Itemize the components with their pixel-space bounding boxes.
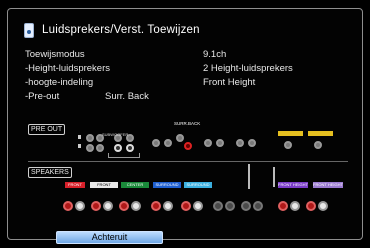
preout-jack xyxy=(284,141,292,149)
channel-marker xyxy=(78,135,81,139)
surr-back-label: SURR.BACK xyxy=(174,121,201,126)
terminal xyxy=(91,201,101,211)
terminal xyxy=(103,201,113,211)
channel-marker xyxy=(78,144,81,148)
group-label-height-l: FRONT HEIGHT xyxy=(278,182,308,188)
preout-jack xyxy=(216,139,224,147)
page-title: Luidsprekers/Verst. Toewijzen xyxy=(42,24,200,36)
terminal xyxy=(253,201,263,211)
setting-value: Front Height xyxy=(203,77,256,88)
preout-jack xyxy=(126,144,134,152)
terminal xyxy=(278,201,288,211)
preout-jack xyxy=(152,139,160,147)
preout-jack xyxy=(204,139,212,147)
setting-value: 2 Height-luidsprekers xyxy=(203,63,293,74)
preout-jack xyxy=(86,144,94,152)
speaker-icon xyxy=(24,23,34,38)
terminal xyxy=(119,201,129,211)
back-button[interactable]: Achteruit xyxy=(56,231,163,244)
separator xyxy=(248,164,250,189)
preout-jack xyxy=(86,134,94,142)
height-r-color-bar xyxy=(308,131,333,136)
separator xyxy=(273,167,275,187)
group-label-height-r: FRONT HEIGHT xyxy=(313,182,343,188)
terminal xyxy=(318,201,328,211)
terminal xyxy=(225,201,235,211)
terminal xyxy=(131,201,141,211)
terminal xyxy=(241,201,251,211)
terminal xyxy=(75,201,85,211)
terminal xyxy=(163,201,173,211)
pre-out-panel: SUBWOOFER SURR.BACK xyxy=(68,121,348,161)
subwoofer-label: SUBWOOFER xyxy=(102,132,129,137)
subwoofer-bracket xyxy=(108,153,140,158)
terminal xyxy=(306,201,316,211)
group-label-front-r: FRONT xyxy=(90,182,118,188)
preout-jack xyxy=(314,141,322,149)
group-label-front-l: FRONT xyxy=(65,182,85,188)
terminal xyxy=(213,201,223,211)
divider xyxy=(28,161,348,162)
setting-value: 9.1ch xyxy=(203,49,227,60)
setting-value: Surr. Back xyxy=(105,91,149,102)
group-label-surround-l: SURROUND xyxy=(153,182,181,188)
height-l-color-bar xyxy=(278,131,303,136)
setting-label: -Height-luidsprekers xyxy=(25,63,111,74)
preout-jack xyxy=(236,139,244,147)
pre-out-label: PRE OUT xyxy=(28,124,66,135)
terminal xyxy=(181,201,191,211)
preout-jack xyxy=(248,139,256,147)
terminal xyxy=(290,201,300,211)
preout-jack xyxy=(114,144,122,152)
preout-jack-surr-back-l xyxy=(176,134,184,142)
speaker-terminals xyxy=(63,201,353,215)
preout-jack xyxy=(96,144,104,152)
terminal xyxy=(151,201,161,211)
group-label-center: CENTER xyxy=(121,182,149,188)
speaker-assign-screen: Luidsprekers/Verst. Toewijzen Toewijsmod… xyxy=(7,8,363,244)
speakers-label: SPEAKERS xyxy=(28,167,72,178)
setting-label: Toewijsmodus xyxy=(25,49,85,60)
preout-jack-surr-back-r xyxy=(184,142,192,150)
terminal xyxy=(63,201,73,211)
preout-jack xyxy=(164,139,172,147)
group-label-surround-r: SURROUND xyxy=(184,182,212,188)
terminal xyxy=(193,201,203,211)
setting-label: -hoogte-indeling xyxy=(25,77,94,88)
setting-label: -Pre-out xyxy=(25,91,60,102)
